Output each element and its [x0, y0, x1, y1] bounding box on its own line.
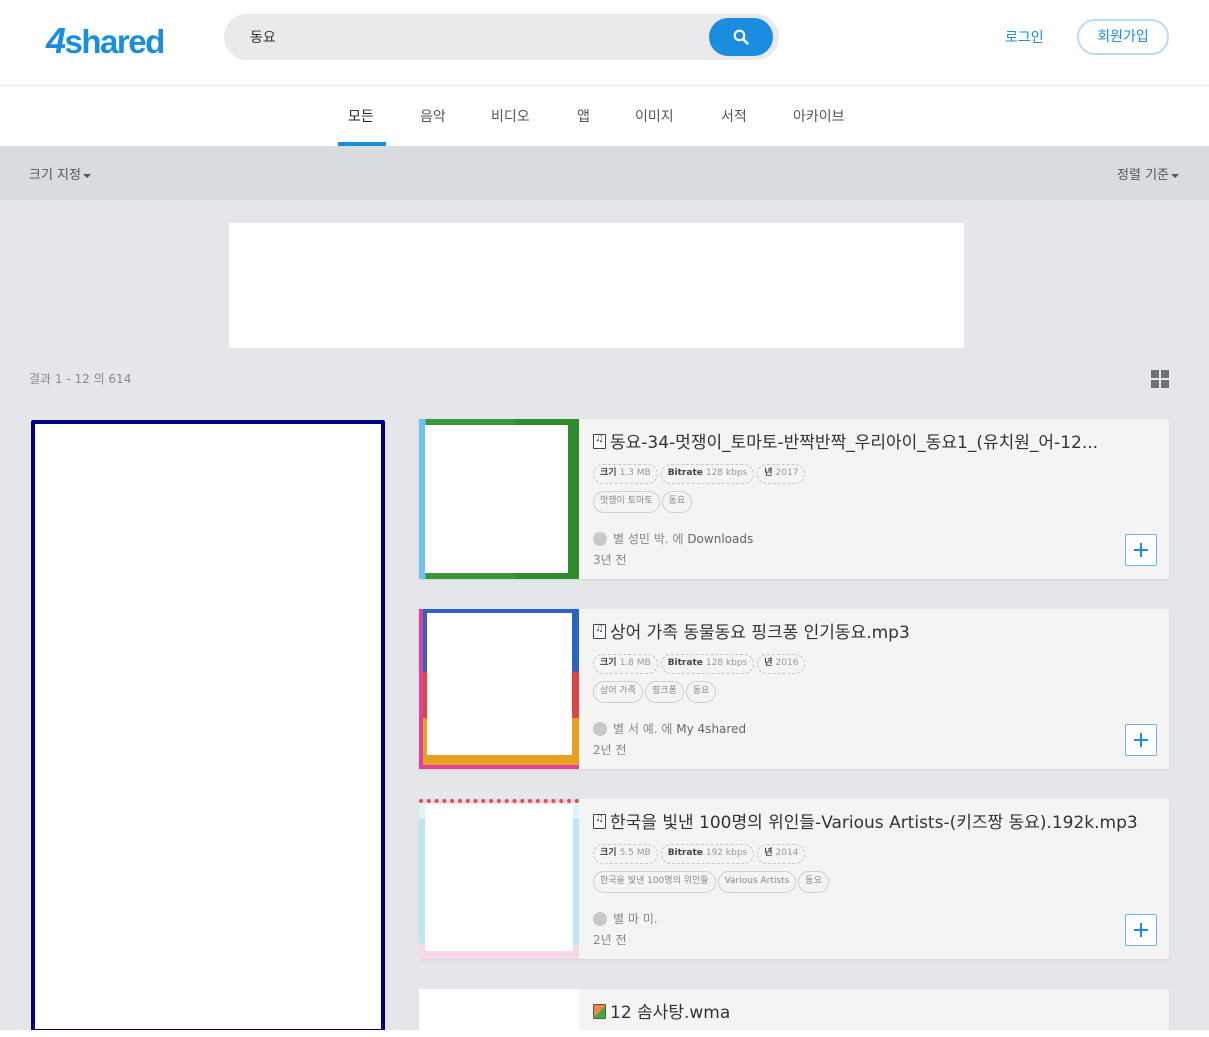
audio-file-icon: [593, 623, 606, 639]
result-title[interactable]: 동요-34-멋쟁이_토마토-반짝반짝_우리아이_동요1_(유치원_어-12...: [593, 428, 1158, 453]
tag[interactable]: 동요: [685, 681, 717, 703]
tag[interactable]: 동요: [661, 491, 693, 513]
uploader-name[interactable]: 별 서 예.: [613, 722, 658, 736]
bitrate-badge: Bitrate 128 kbps: [660, 654, 755, 674]
header: 4shared 로그인 회원가입: [0, 0, 1209, 86]
add-button[interactable]: [1125, 914, 1157, 946]
result-card[interactable]: 동요-34-멋쟁이_토마토-반짝반짝_우리아이_동요1_(유치원_어-12...…: [419, 419, 1169, 579]
tab-books[interactable]: 서적: [721, 106, 747, 126]
size-badge: 크기 5.5 MB: [593, 844, 658, 864]
chevron-down-icon: [82, 173, 91, 178]
sort-dropdown[interactable]: 정렬 기준: [1117, 164, 1179, 183]
results-count: 결과 1 - 12 의 614: [29, 372, 132, 386]
uploader-info: 별 서 예. 에 My 4shared: [593, 720, 746, 737]
search-input[interactable]: [250, 26, 710, 48]
uploader-info: 별 성민 박. 에 Downloads: [593, 530, 753, 547]
add-button[interactable]: [1125, 534, 1157, 566]
logo[interactable]: 4shared: [46, 20, 165, 62]
grid-view-icon[interactable]: [1151, 370, 1169, 388]
tag[interactable]: 한국을 빛낸 100명의 위인들: [593, 871, 716, 893]
upload-time: 2년 전: [593, 933, 627, 947]
filter-bar: 크기 지정 정렬 기준: [0, 146, 1209, 200]
tab-music[interactable]: 음악: [420, 106, 446, 126]
audio-file-icon: [593, 433, 606, 449]
tag[interactable]: 멋쟁이 토마토: [593, 491, 660, 513]
result-card[interactable]: 한국을 빛낸 100명의 위인들-Various Artists-(키즈짱 동요…: [419, 799, 1169, 959]
year-badge: 년 2017: [757, 464, 806, 484]
size-filter-label: 크기 지정: [29, 168, 81, 183]
bitrate-badge: Bitrate 128 kbps: [660, 464, 755, 484]
audio-file-icon: [593, 813, 606, 829]
result-thumbnail[interactable]: [419, 609, 579, 769]
size-filter-dropdown[interactable]: 크기 지정: [29, 164, 91, 183]
tag[interactable]: 핑크퐁: [644, 681, 684, 703]
tab-archives[interactable]: 아카이브: [793, 106, 845, 126]
upload-time: 3년 전: [593, 553, 627, 567]
category-tabs: 모든 음악 비디오 앱 이미지 서적 아카이브: [0, 86, 1209, 146]
result-meta: 크기 1.3 MB Bitrate 128 kbps 년 2017: [593, 460, 808, 484]
avatar: [593, 722, 607, 736]
tag[interactable]: Various Artists: [717, 871, 797, 893]
size-badge: 크기 1.8 MB: [593, 654, 658, 674]
ad-banner: [229, 223, 964, 348]
sort-label: 정렬 기준: [1117, 168, 1169, 183]
uploader-name[interactable]: 별 성민 박.: [613, 532, 669, 546]
uploader-name[interactable]: 별 마 미.: [613, 912, 658, 926]
page-bottom-edge: [0, 1030, 1209, 1037]
tab-video[interactable]: 비디오: [491, 106, 530, 126]
wma-file-icon: [593, 1004, 606, 1019]
size-badge: 크기 1.3 MB: [593, 464, 658, 484]
add-button[interactable]: [1125, 724, 1157, 756]
result-thumbnail[interactable]: [419, 419, 579, 579]
tag[interactable]: 상어 가족: [593, 681, 643, 703]
tab-all[interactable]: 모든: [348, 106, 374, 126]
search-button[interactable]: [709, 18, 773, 56]
result-title[interactable]: 한국을 빛낸 100명의 위인들-Various Artists-(키즈짱 동요…: [593, 808, 1158, 833]
year-badge: 년 2014: [757, 844, 806, 864]
login-link[interactable]: 로그인: [1005, 27, 1044, 47]
side-ad: [31, 420, 385, 1033]
tag[interactable]: 동요: [798, 871, 829, 893]
result-tags: 상어 가족 핑크퐁 동요: [593, 678, 718, 703]
result-meta: 크기 5.5 MB Bitrate 192 kbps 년 2014: [593, 840, 808, 864]
year-badge: 년 2016: [757, 654, 806, 674]
upload-time: 2년 전: [593, 743, 627, 757]
search-bar: [224, 14, 779, 60]
bitrate-badge: Bitrate 192 kbps: [660, 844, 755, 864]
tab-apps[interactable]: 앱: [577, 106, 590, 126]
avatar: [593, 532, 607, 546]
search-icon: [733, 29, 749, 45]
uploader-info: 별 마 미.: [593, 910, 658, 927]
chevron-down-icon: [1171, 173, 1179, 178]
result-tags: 멋쟁이 토마토 동요: [593, 488, 694, 513]
result-title[interactable]: 12 솜사탕.wma: [593, 998, 1158, 1023]
result-meta: 크기 1.8 MB Bitrate 128 kbps 년 2016: [593, 650, 808, 674]
result-thumbnail[interactable]: [419, 799, 579, 959]
signup-button[interactable]: 회원가입: [1077, 19, 1169, 55]
tab-images[interactable]: 이미지: [635, 106, 674, 126]
result-card[interactable]: 상어 가족 동물동요 핑크퐁 인기동요.mp3 크기1.8 MBBitrate1…: [419, 609, 1169, 769]
result-title[interactable]: 상어 가족 동물동요 핑크퐁 인기동요.mp3: [593, 618, 1158, 643]
folder-link[interactable]: Downloads: [687, 532, 753, 546]
folder-link[interactable]: My 4shared: [676, 722, 746, 736]
result-tags: 한국을 빛낸 100명의 위인들 Various Artists 동요: [593, 868, 831, 893]
avatar: [593, 912, 607, 926]
